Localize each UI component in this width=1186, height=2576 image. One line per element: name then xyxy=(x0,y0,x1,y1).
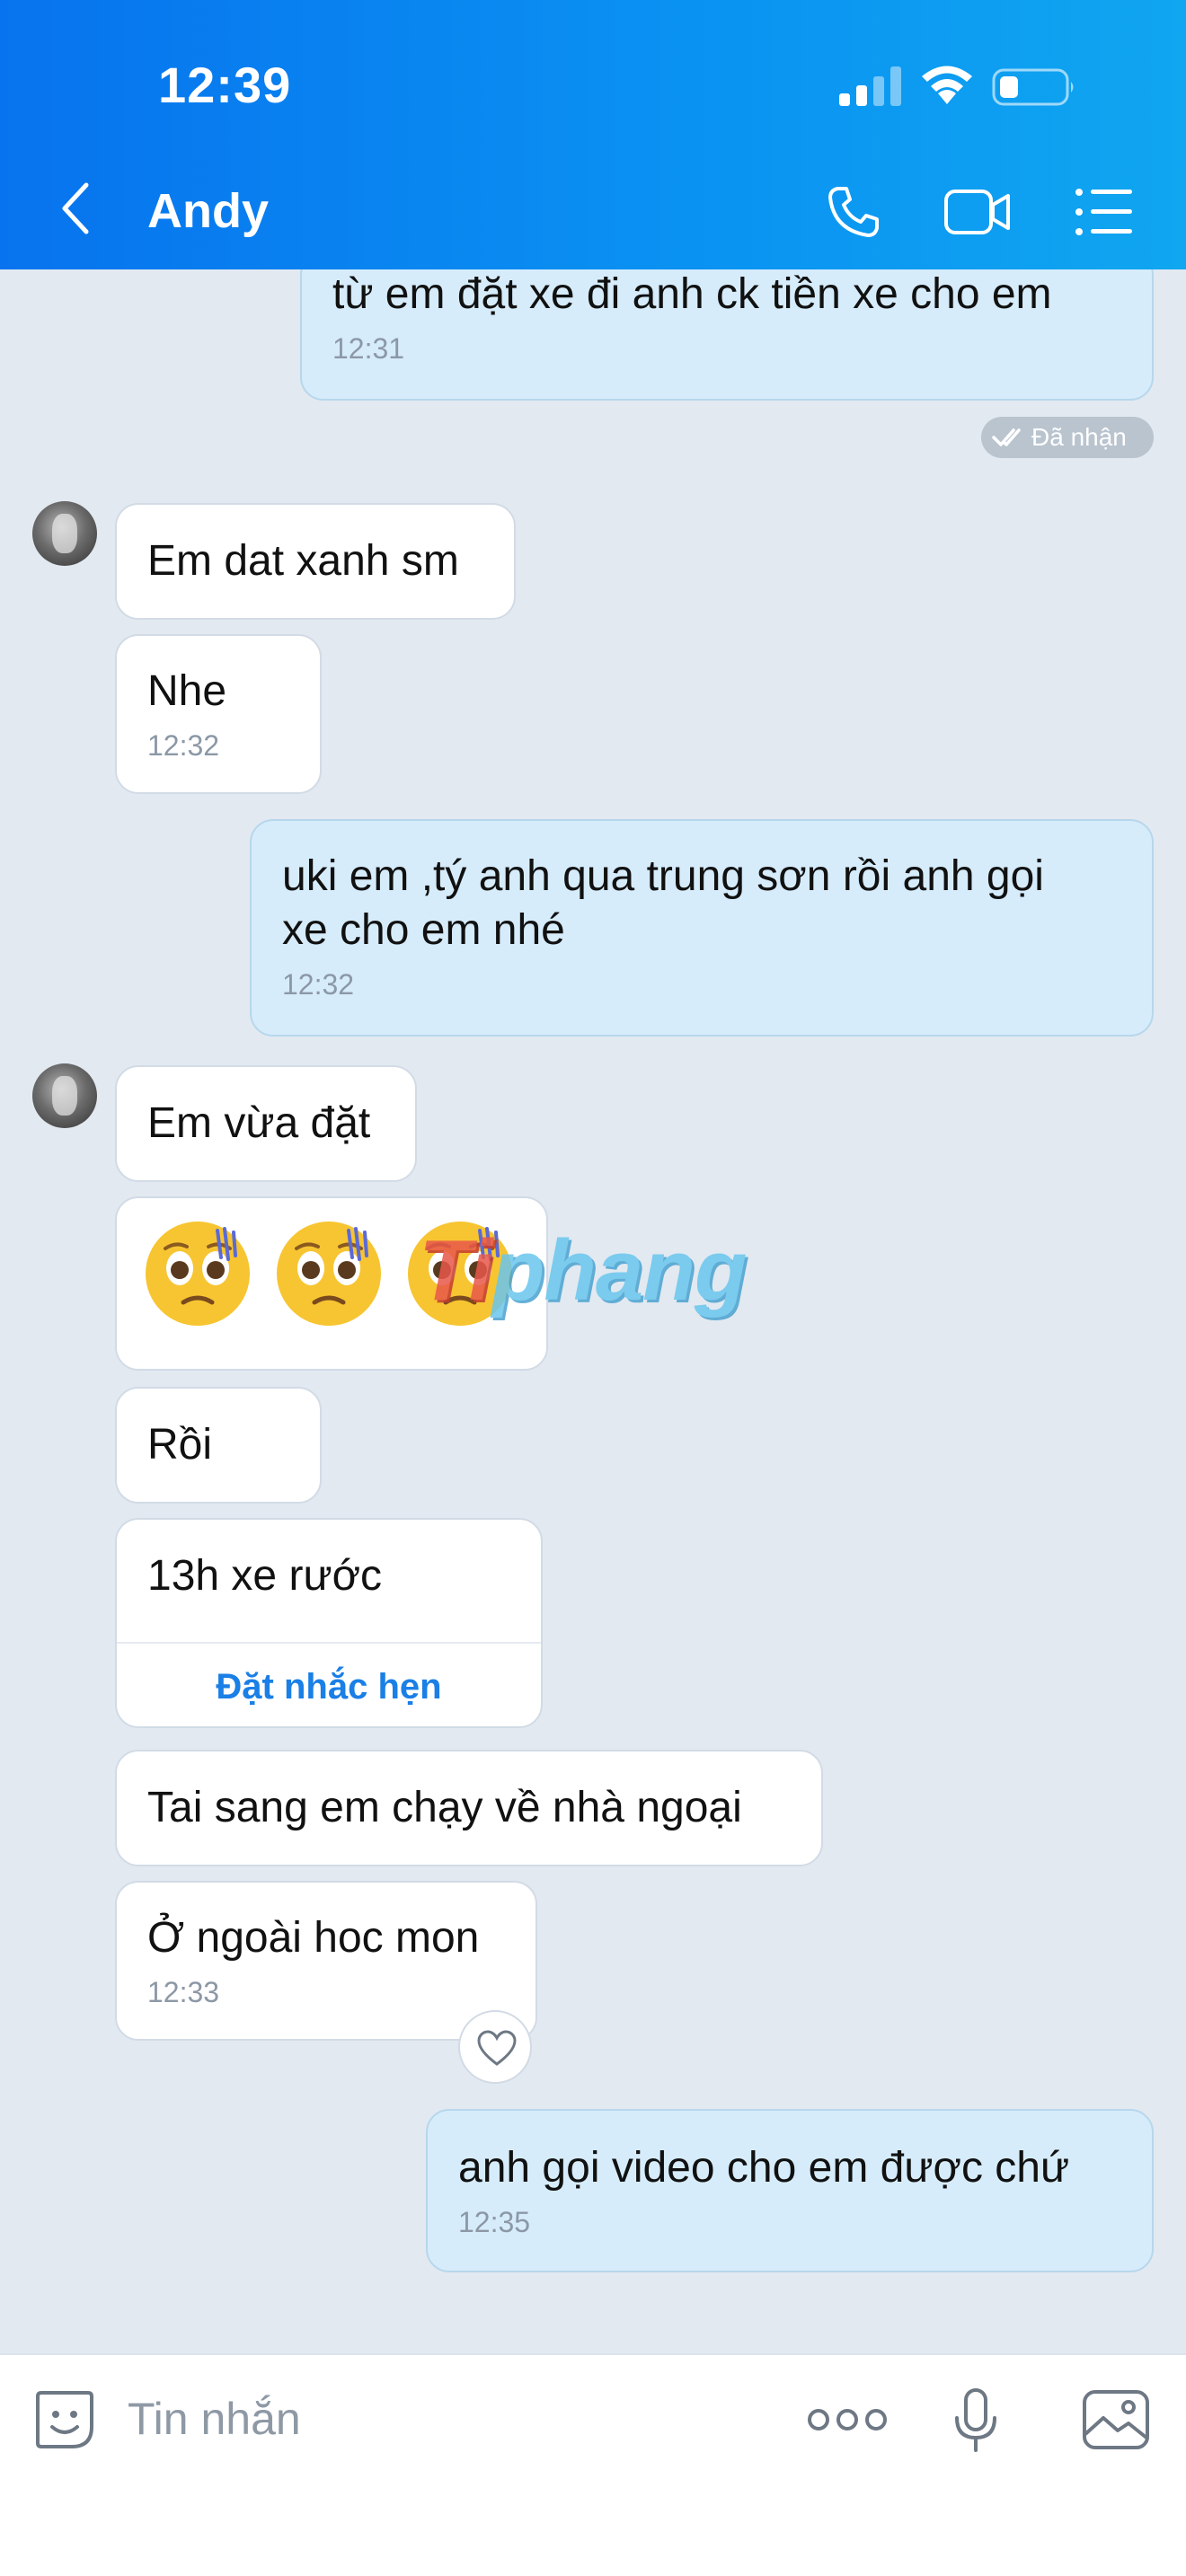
message-bubble-incoming[interactable]: Rồi xyxy=(115,1387,322,1504)
message-text: 13h xe rước xyxy=(147,1552,383,1600)
menu-icon[interactable] xyxy=(1075,185,1134,239)
delivery-status-badge: Đã nhận xyxy=(981,417,1154,458)
heart-icon xyxy=(477,2030,517,2066)
message-time: 12:33 xyxy=(147,1976,220,2008)
pleading-face-emoji xyxy=(277,1222,381,1326)
message-text: từ em đặt xe đi anh ck tiền xe cho em xyxy=(332,270,1052,318)
watermark-part-a: Ti xyxy=(419,1222,493,1319)
message-text-line: xe cho em nhé xyxy=(282,906,565,954)
message-input-bar: Tin nhắn xyxy=(0,2353,1186,2576)
message-input[interactable]: Tin nhắn xyxy=(128,2393,301,2445)
message-bubble-outgoing[interactable]: anh gọi video cho em được chứ 12:35 xyxy=(426,2109,1154,2272)
message-text: Em vừa đặt xyxy=(147,1099,371,1147)
watermark-part-b: phang xyxy=(491,1222,748,1319)
reminder-message[interactable]: 13h xe rước Đặt nhắc hẹn xyxy=(115,1518,543,1728)
message-time: 12:32 xyxy=(147,729,220,762)
pleading-face-emoji xyxy=(146,1222,250,1326)
video-call-icon[interactable] xyxy=(943,187,1012,237)
status-time: 12:39 xyxy=(158,57,292,113)
avatar[interactable] xyxy=(32,501,97,566)
message-text: Ở ngoài hoc mon xyxy=(147,1914,480,1962)
message-bubble-incoming[interactable]: Em dat xanh sm xyxy=(115,503,516,620)
message-text: anh gọi video cho em được chứ xyxy=(458,2144,1070,2192)
message-list[interactable]: từ em đặt xe đi anh ck tiền xe cho em 12… xyxy=(0,269,1186,2353)
delivery-status-text: Đã nhận xyxy=(1031,423,1127,451)
battery-icon xyxy=(992,68,1074,106)
contact-name[interactable]: Andy xyxy=(147,183,269,239)
set-reminder-button[interactable]: Đặt nhắc hẹn xyxy=(117,1642,541,1728)
microphone-icon[interactable] xyxy=(952,2387,999,2454)
double-check-icon xyxy=(992,428,1021,446)
message-time: 12:35 xyxy=(458,2206,531,2238)
sticker-icon[interactable] xyxy=(32,2387,97,2452)
message-time: 12:31 xyxy=(332,332,405,365)
image-icon[interactable] xyxy=(1082,2389,1150,2450)
watermark-logo: Tiphang xyxy=(419,1222,748,1320)
message-bubble-outgoing[interactable]: uki em ,tý anh qua trung sơn rồi anh gọi… xyxy=(250,819,1154,1037)
avatar[interactable] xyxy=(32,1063,97,1128)
message-text: Tai sang em chạy về nhà ngoại xyxy=(147,1784,742,1831)
more-icon[interactable] xyxy=(807,2407,888,2432)
message-text: Nhe xyxy=(147,667,227,715)
message-bubble-incoming[interactable]: Tai sang em chạy về nhà ngoại xyxy=(115,1750,823,1866)
message-bubble-incoming[interactable]: Em vừa đặt xyxy=(115,1065,417,1182)
message-text-line: uki em ,tý anh qua trung sơn rồi anh gọi xyxy=(282,852,1044,900)
message-bubble-incoming[interactable]: Nhe 12:32 xyxy=(115,634,322,794)
message-text: Rồi xyxy=(147,1421,213,1469)
react-heart-button[interactable] xyxy=(458,2010,532,2084)
back-icon[interactable] xyxy=(58,180,93,237)
cellular-signal-icon xyxy=(839,66,901,106)
phone-icon[interactable] xyxy=(825,183,882,241)
wifi-icon xyxy=(922,66,972,104)
message-time: 12:32 xyxy=(282,968,355,1001)
message-text: Em dat xanh sm xyxy=(147,537,459,585)
message-bubble-outgoing[interactable]: từ em đặt xe đi anh ck tiền xe cho em 12… xyxy=(300,269,1154,401)
chat-header: 12:39 Andy xyxy=(0,0,1186,269)
